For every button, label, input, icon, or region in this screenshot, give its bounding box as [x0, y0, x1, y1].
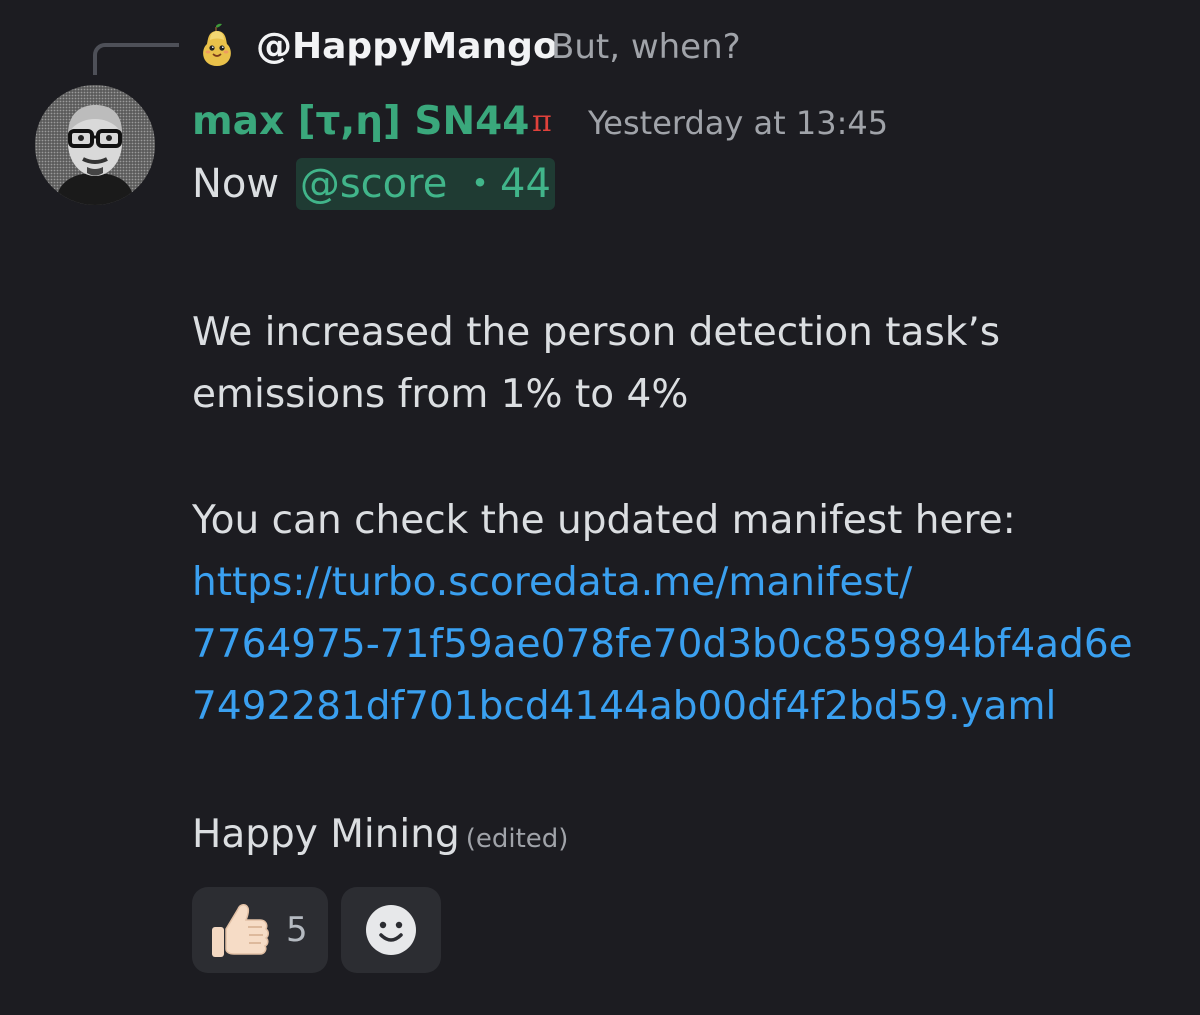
reply-author-name[interactable]: @HappyMango [256, 24, 558, 70]
message-paragraph-2: You can check the updated manifest here: [192, 498, 1016, 543]
reaction-thumbs-up[interactable]: 5 [192, 887, 328, 973]
manifest-link-line-2[interactable]: 7764975-71f59ae078fe70d3b0c859894bf4ad6e [192, 614, 1133, 676]
message-closing-line: Happy Mining (edited) [192, 804, 568, 870]
role-icon[interactable]: π [532, 104, 552, 140]
reply-preview-text[interactable]: But, when? [551, 24, 741, 70]
message-paragraph-1-line-1: We increased the person detection task’s [192, 310, 1001, 355]
avatar[interactable] [35, 85, 155, 205]
now-text: Now [192, 161, 280, 207]
reaction-count: 5 [286, 910, 308, 950]
message-line-now: Now @score ・44 [192, 158, 555, 210]
thumbs-up-icon [208, 899, 272, 961]
author-name[interactable]: max [τ,η] SN44 [192, 96, 529, 148]
edited-label: (edited) [465, 824, 569, 854]
manifest-link[interactable]: https://turbo.scoredata.me/manifest/ 776… [192, 552, 1133, 738]
role-mention[interactable]: @score ・44 [295, 158, 555, 210]
manifest-link-line-3[interactable]: 7492281df701bcd4144ab00df4f2bd59.yaml [192, 676, 1133, 738]
reply-connector-line [93, 43, 179, 75]
smiley-icon [366, 905, 416, 955]
message-timestamp[interactable]: Yesterday at 13:45 [588, 100, 888, 146]
closing-text: Happy Mining [192, 812, 460, 857]
add-reaction-button[interactable] [341, 887, 441, 973]
message-paragraph-1-line-2: emissions from 1% to 4% [192, 372, 689, 417]
manifest-link-line-1[interactable]: https://turbo.scoredata.me/manifest/ [192, 552, 1133, 614]
pear-character-icon[interactable] [194, 22, 240, 68]
